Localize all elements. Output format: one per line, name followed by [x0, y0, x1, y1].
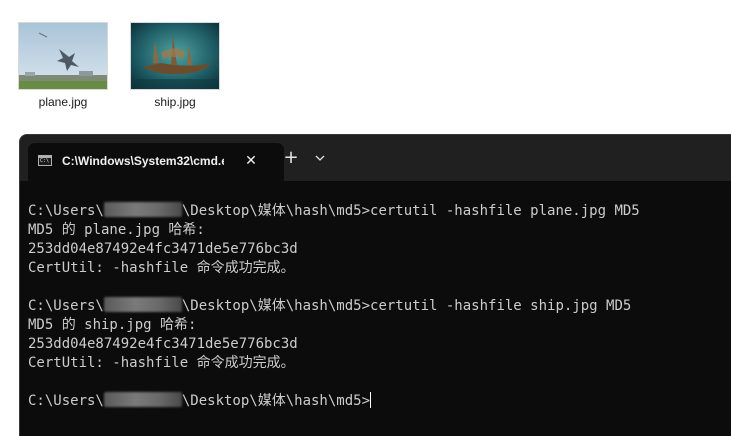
redacted-username: [103, 202, 182, 217]
terminal-titlebar[interactable]: C:\Windows\System32\cmd.exe ✕ +: [20, 135, 731, 181]
hash-header: MD5 的 plane.jpg 哈希:: [28, 222, 205, 238]
hash-header: MD5 的 ship.jpg 哈希:: [28, 317, 197, 333]
console-output[interactable]: C:\Users\ \Desktop\媒体\hash\md5>certutil -…: [20, 181, 731, 436]
terminal-window: C:\Windows\System32\cmd.exe ✕ + C:\Users…: [19, 134, 731, 436]
status-line: CertUtil: -hashfile 命令成功完成。: [28, 260, 295, 276]
text-cursor: [370, 392, 372, 408]
prompt-path: \Desktop\媒体\hash\md5>: [181, 393, 371, 409]
file-label-plane: plane.jpg: [38, 95, 88, 109]
close-tab-icon[interactable]: ✕: [241, 151, 261, 171]
hash-value: 253dd04e87492e4fc3471de5e776bc3d: [28, 241, 298, 257]
redacted-username: [103, 297, 182, 312]
tab-cmd[interactable]: C:\Windows\System32\cmd.exe ✕: [28, 143, 284, 181]
prompt-prefix: C:\Users\: [28, 203, 104, 219]
desktop: plane.jpg ship.jpg C:\ C:\Windows\System…: [0, 0, 731, 436]
prompt-path: \Desktop\媒体\hash\md5>: [181, 298, 371, 314]
prompt-prefix: C:\Users\: [28, 393, 104, 409]
prompt-prefix: C:\Users\: [28, 298, 104, 314]
tab-title: C:\Windows\System32\cmd.exe: [62, 154, 224, 168]
hash-value: 253dd04e87492e4fc3471de5e776bc3d: [28, 336, 298, 352]
chevron-down-icon[interactable]: [310, 147, 330, 169]
file-ship[interactable]: ship.jpg: [125, 22, 225, 109]
current-prompt-line[interactable]: C:\Users\ \Desktop\媒体\hash\md5>: [28, 392, 731, 411]
prompt-line: C:\Users\ \Desktop\媒体\hash\md5>certutil -…: [28, 297, 731, 316]
prompt-path: \Desktop\媒体\hash\md5>: [181, 203, 371, 219]
file-plane[interactable]: plane.jpg: [13, 22, 113, 109]
ship-thumbnail[interactable]: [130, 22, 220, 90]
command-text: certutil -hashfile ship.jpg MD5: [370, 298, 632, 314]
prompt-line: C:\Users\ \Desktop\媒体\hash\md5>certutil -…: [28, 202, 731, 221]
redacted-username: [103, 392, 182, 407]
cmd-icon: [38, 155, 52, 166]
plane-thumbnail[interactable]: [18, 22, 108, 90]
status-line: CertUtil: -hashfile 命令成功完成。: [28, 355, 295, 371]
file-label-ship: ship.jpg: [154, 95, 196, 109]
command-text: certutil -hashfile plane.jpg MD5: [370, 203, 640, 219]
new-tab-button[interactable]: +: [280, 147, 302, 169]
